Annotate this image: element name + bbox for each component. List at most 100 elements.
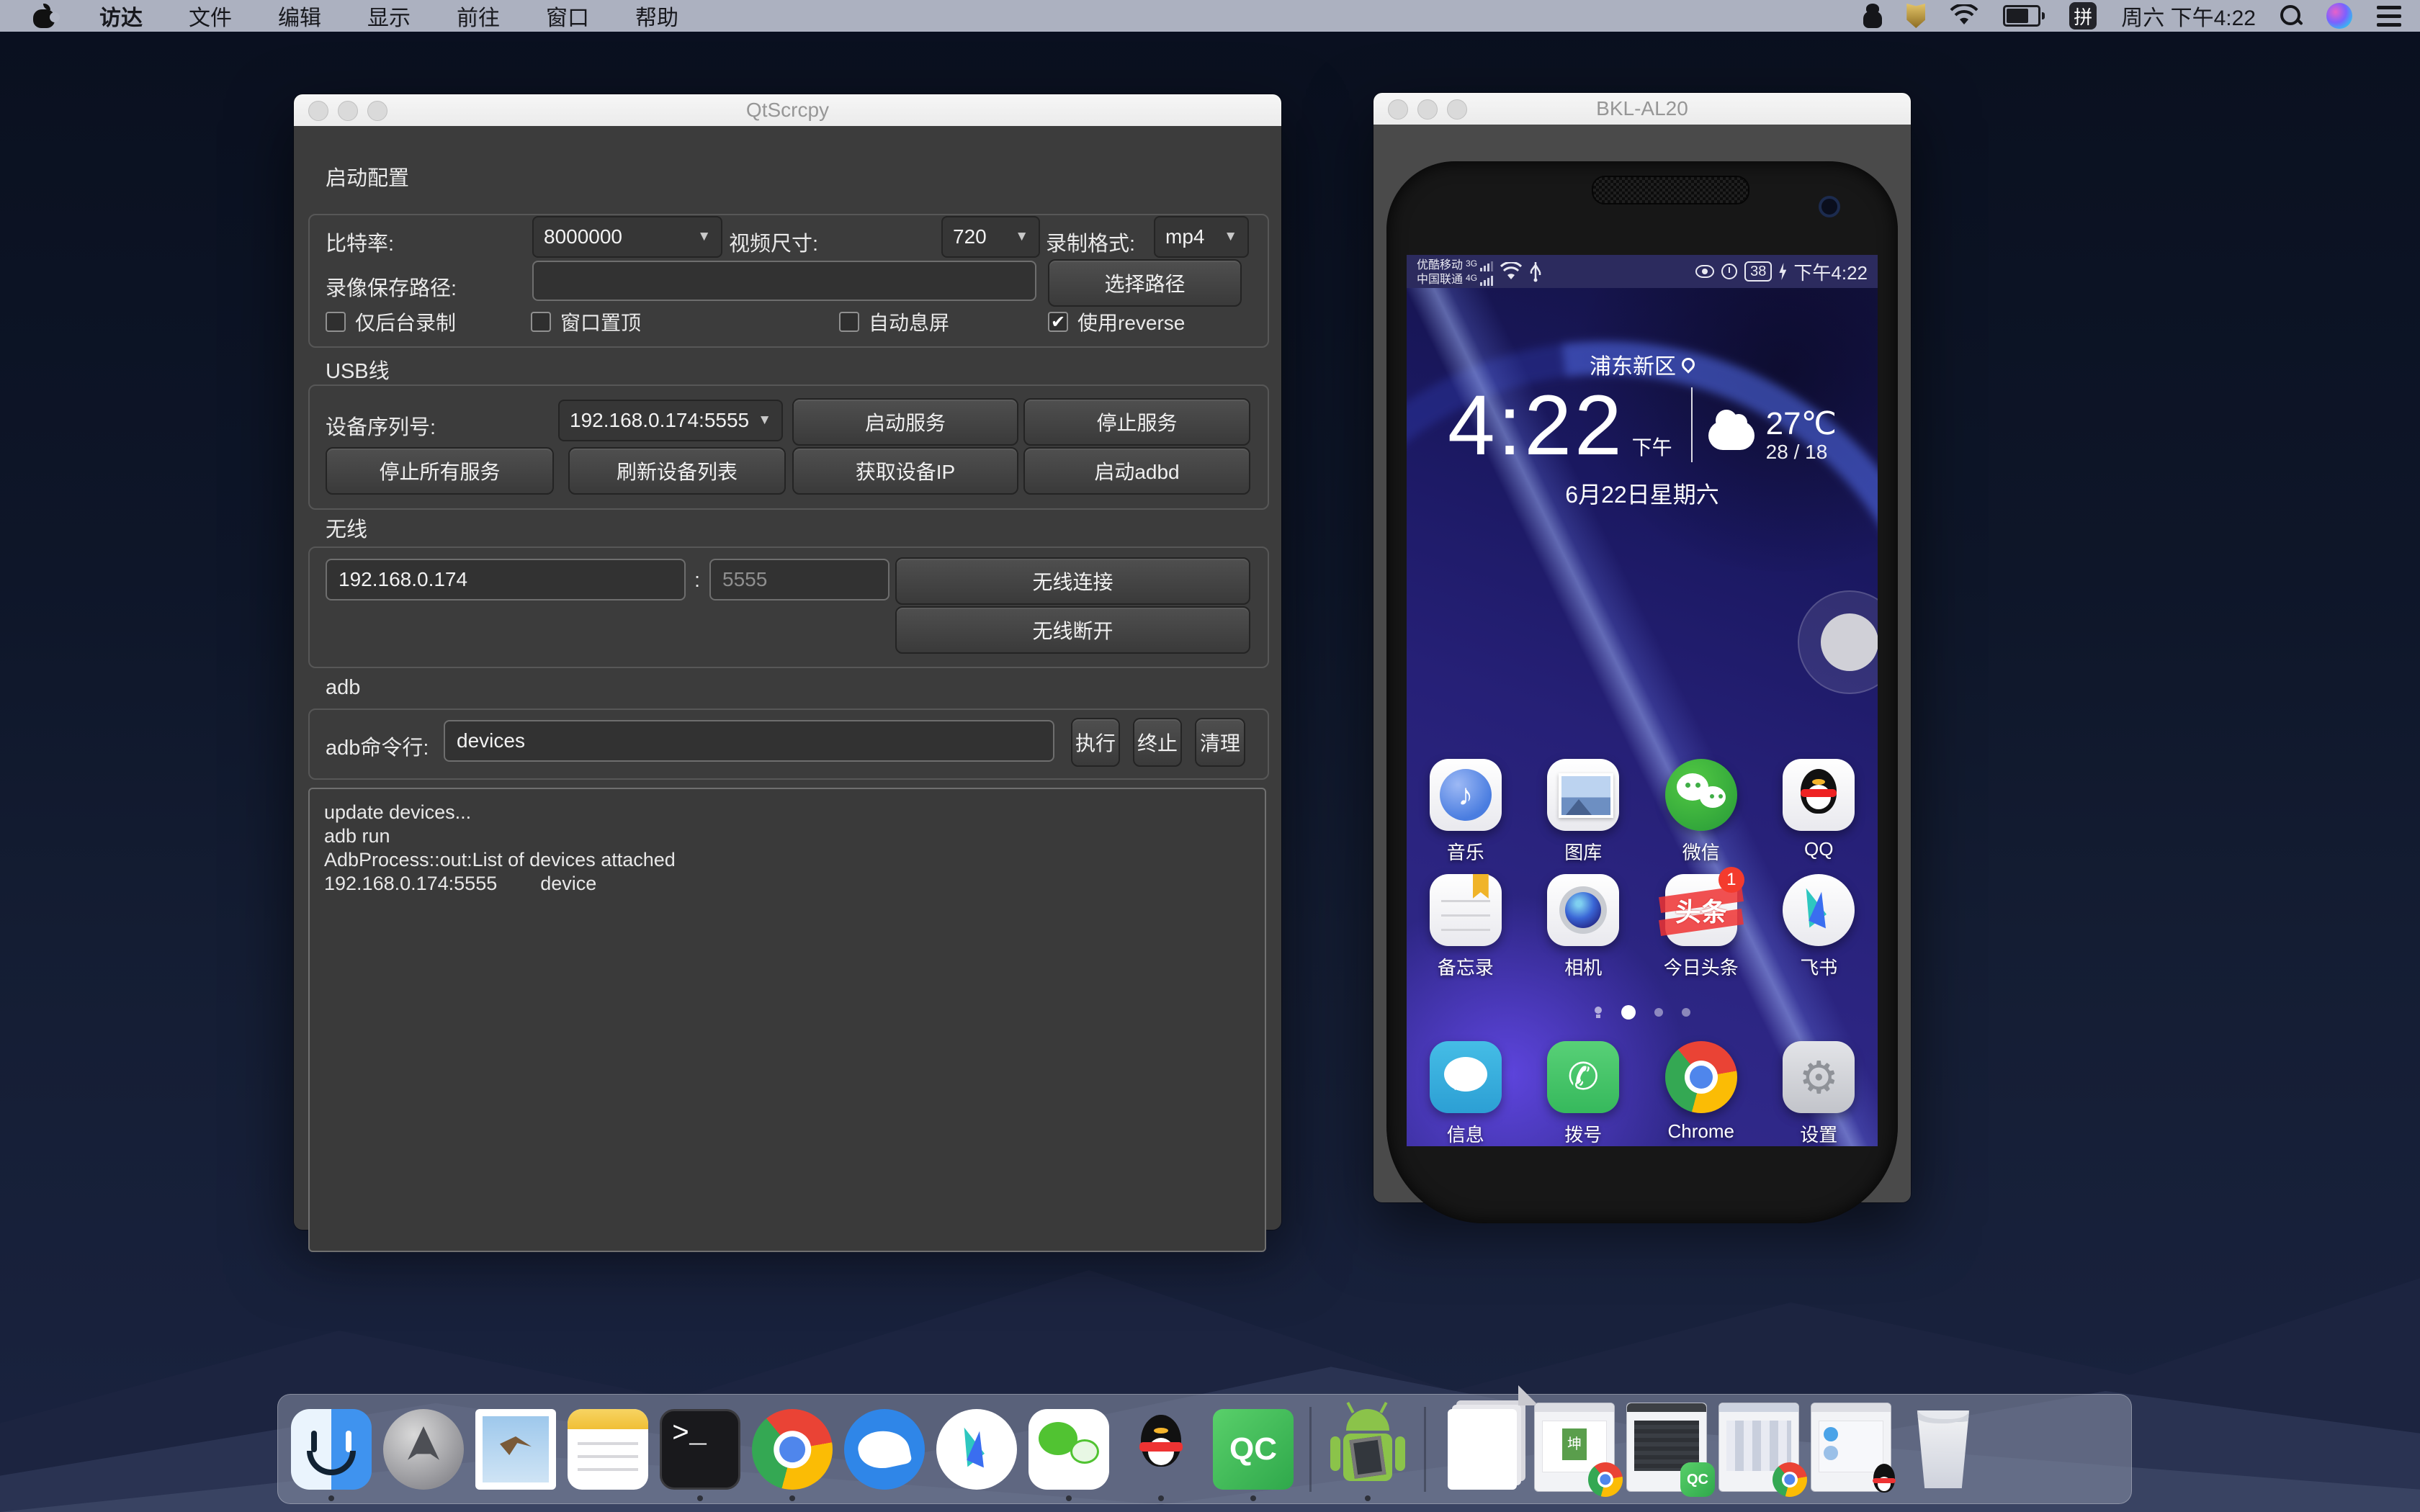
shield-icon[interactable] xyxy=(1906,4,1925,28)
minimized-window-thumbnail[interactable] xyxy=(1811,1403,1891,1492)
finder-icon[interactable] xyxy=(291,1409,372,1490)
dock-item-blue-seal-app[interactable] xyxy=(838,1395,931,1503)
wechat-icon[interactable] xyxy=(1028,1409,1109,1490)
qq-icon[interactable] xyxy=(1121,1409,1201,1490)
adb-log-output[interactable]: update devices... adb run AdbProcess::ou… xyxy=(308,788,1266,1252)
dock-item-mail[interactable] xyxy=(470,1395,562,1503)
wifi-icon[interactable] xyxy=(1950,4,1978,27)
camera-app-icon[interactable] xyxy=(1547,874,1619,946)
notes-icon[interactable] xyxy=(568,1409,648,1490)
blue-seal-app-icon[interactable] xyxy=(844,1409,925,1490)
app-feishu[interactable]: 飞书 xyxy=(1765,874,1873,980)
menu-edit[interactable]: 编辑 xyxy=(255,0,344,32)
dock-item-feishu[interactable] xyxy=(931,1395,1023,1503)
page-dot-active[interactable] xyxy=(1621,1005,1636,1020)
video-size-combo[interactable]: 720 ▼ xyxy=(941,216,1040,258)
minimize-button[interactable] xyxy=(338,101,358,121)
dialer-app-icon[interactable]: ✆ xyxy=(1547,1041,1619,1113)
documents-stack-icon[interactable] xyxy=(1448,1409,1517,1490)
input-method-badge[interactable]: 拼 xyxy=(2069,2,2097,30)
clock-weather-widget[interactable]: 浦东新区 4:22 下午 27℃ 28 / 18 xyxy=(1407,348,1878,510)
menu-go[interactable]: 前往 xyxy=(434,0,523,32)
menu-file[interactable]: 文件 xyxy=(166,0,255,32)
checkbox-always-on-top[interactable]: 窗口置顶 xyxy=(531,307,641,336)
wireless-connect-button[interactable]: 无线连接 xyxy=(895,557,1250,605)
messages-app-icon[interactable] xyxy=(1430,1041,1502,1113)
phone-screen[interactable]: 优酷移动 3G 中国联通 4G xyxy=(1407,255,1878,1146)
page-dot[interactable] xyxy=(1682,1008,1690,1017)
app-messages[interactable]: 信息 xyxy=(1412,1041,1520,1146)
execute-button[interactable]: 执行 xyxy=(1071,718,1120,767)
feishu-icon[interactable] xyxy=(936,1409,1017,1490)
dock-item-trash[interactable] xyxy=(1897,1395,1989,1503)
checkbox-use-reverse[interactable]: ✔ 使用reverse xyxy=(1048,307,1185,336)
dock-item-notes[interactable] xyxy=(562,1395,654,1503)
serial-combo[interactable]: 192.168.0.174:5555 ▼ xyxy=(558,400,783,441)
wireless-disconnect-button[interactable]: 无线断开 xyxy=(895,606,1250,654)
terminate-button[interactable]: 终止 xyxy=(1133,718,1182,767)
app-dialer[interactable]: ✆ 拨号 xyxy=(1529,1041,1637,1146)
app-gallery[interactable]: 图库 xyxy=(1529,759,1637,865)
dock-item-finder[interactable] xyxy=(285,1395,377,1503)
clear-button[interactable]: 清理 xyxy=(1195,718,1245,767)
dock-item-qq[interactable] xyxy=(1115,1395,1207,1503)
app-toutiao[interactable]: 头条 1 今日头条 xyxy=(1647,874,1755,980)
app-settings[interactable]: ⚙ 设置 xyxy=(1765,1041,1873,1146)
qq-app-icon[interactable] xyxy=(1783,759,1855,831)
app-wechat[interactable]: 微信 xyxy=(1647,759,1755,865)
toutiao-app-icon[interactable]: 头条 1 xyxy=(1665,874,1737,946)
page-dot[interactable] xyxy=(1654,1008,1663,1017)
home-bulb-dot[interactable] xyxy=(1594,1007,1603,1018)
wireless-ip-input[interactable]: 192.168.0.174 xyxy=(326,559,686,600)
checkbox-icon[interactable] xyxy=(326,312,346,332)
status-app-silhouette-icon[interactable] xyxy=(1863,4,1882,28)
dock-item-minimized-qtcreator-window[interactable]: QC xyxy=(1621,1395,1713,1503)
minimized-window-thumbnail[interactable]: 坤 xyxy=(1534,1403,1615,1492)
chrome-app-icon[interactable] xyxy=(1665,1041,1737,1113)
gallery-app-icon[interactable] xyxy=(1547,759,1619,831)
minimized-window-thumbnail[interactable] xyxy=(1718,1403,1799,1492)
menu-window[interactable]: 窗口 xyxy=(523,0,612,32)
zoom-button[interactable] xyxy=(367,101,387,121)
app-notes[interactable]: 备忘录 xyxy=(1412,874,1520,980)
start-adbd-button[interactable]: 启动adbd xyxy=(1023,447,1250,495)
choose-path-button[interactable]: 选择路径 xyxy=(1048,259,1242,307)
dock-item-launchpad[interactable] xyxy=(377,1395,470,1503)
phone-titlebar[interactable]: BKL-AL20 xyxy=(1373,93,1911,125)
notification-center-icon[interactable] xyxy=(2377,6,2401,27)
dock-item-qtscrcpy[interactable] xyxy=(1322,1395,1414,1503)
dock-item-minimized-chrome-window[interactable]: 坤 xyxy=(1528,1395,1621,1503)
stop-service-button[interactable]: 停止服务 xyxy=(1023,398,1250,446)
stop-all-services-button[interactable]: 停止所有服务 xyxy=(326,447,554,495)
checkbox-checked-icon[interactable]: ✔ xyxy=(1048,312,1068,332)
checkbox-icon[interactable] xyxy=(531,312,551,332)
menu-help[interactable]: 帮助 xyxy=(612,0,702,32)
record-path-input[interactable] xyxy=(532,261,1036,301)
app-music[interactable]: ♪ 音乐 xyxy=(1412,759,1520,865)
menu-finder[interactable]: 访达 xyxy=(76,0,166,32)
dock-item-minimized-qq-window[interactable] xyxy=(1805,1395,1897,1503)
dock-item-documents[interactable] xyxy=(1436,1395,1528,1503)
settings-app-icon[interactable]: ⚙ xyxy=(1783,1041,1855,1113)
checkbox-background-record[interactable]: 仅后台录制 xyxy=(326,307,456,336)
siri-icon[interactable] xyxy=(2326,3,2352,29)
record-format-combo[interactable]: mp4 ▼ xyxy=(1154,216,1249,258)
mail-icon[interactable] xyxy=(475,1409,556,1490)
dock-item-terminal[interactable]: >_ xyxy=(654,1395,746,1503)
terminal-icon[interactable]: >_ xyxy=(660,1409,740,1490)
wechat-app-icon[interactable] xyxy=(1665,759,1737,831)
close-button[interactable] xyxy=(308,101,328,121)
dock-item-minimized-chrome-window-2[interactable] xyxy=(1713,1395,1805,1503)
launchpad-icon[interactable] xyxy=(383,1409,464,1490)
get-device-ip-button[interactable]: 获取设备IP xyxy=(792,447,1018,495)
refresh-device-list-button[interactable]: 刷新设备列表 xyxy=(568,447,786,495)
chrome-icon[interactable] xyxy=(752,1409,833,1490)
menu-bar-clock[interactable]: 周六 下午4:22 xyxy=(2121,0,2256,32)
adb-cmd-input[interactable]: devices xyxy=(444,720,1054,762)
dock-item-wechat[interactable] xyxy=(1023,1395,1115,1503)
wireless-port-input[interactable]: 5555 xyxy=(709,559,889,600)
dock-item-qtcreator[interactable]: QC xyxy=(1207,1395,1299,1503)
dock-item-chrome[interactable] xyxy=(746,1395,838,1503)
qtscrcpy-titlebar[interactable]: QtScrcpy xyxy=(294,94,1281,127)
spotlight-search-icon[interactable] xyxy=(2280,5,2302,27)
